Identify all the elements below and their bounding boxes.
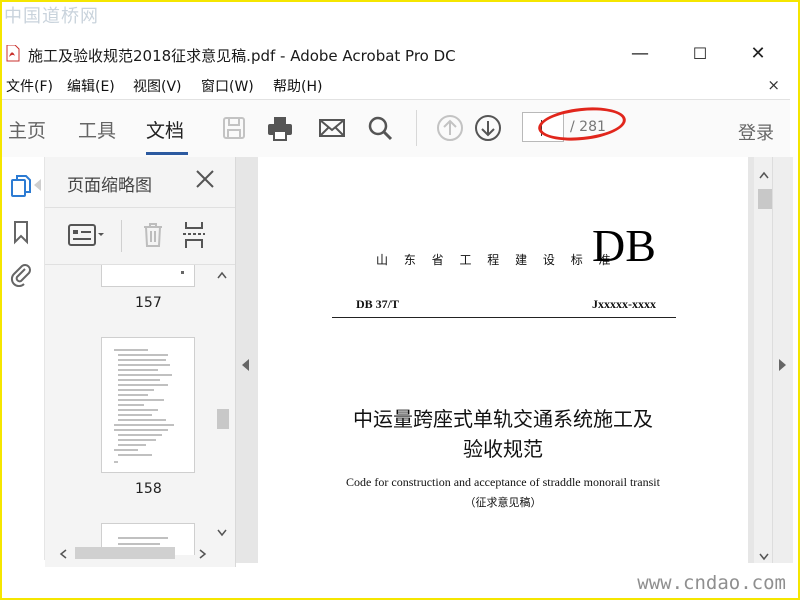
bookmark-icon[interactable] bbox=[8, 219, 34, 245]
close-window-button[interactable]: ✕ bbox=[746, 42, 770, 66]
thumbnail-horizontal-scrollbar[interactable] bbox=[55, 543, 225, 563]
maximize-button[interactable]: ☐ bbox=[688, 42, 712, 66]
menu-view[interactable]: 视图(V) bbox=[133, 76, 182, 96]
draft-note: （征求意见稿） bbox=[464, 496, 542, 509]
thumbnail-page-158[interactable] bbox=[101, 337, 195, 473]
right-pane-bar bbox=[772, 157, 793, 563]
thumbnail-hscroll-thumb[interactable] bbox=[75, 547, 175, 559]
thumbnail-options-icon[interactable] bbox=[67, 222, 107, 248]
window-title: 施工及验收规范2018征求意见稿.pdf - Adobe Acrobat Pro… bbox=[28, 47, 456, 65]
db-label: DB bbox=[592, 220, 656, 271]
scroll-right-arrow-icon[interactable] bbox=[199, 549, 207, 559]
navigation-rail bbox=[2, 157, 45, 560]
thumbnail-toolbar-separator bbox=[121, 220, 122, 252]
search-icon[interactable] bbox=[366, 114, 394, 142]
delete-icon[interactable] bbox=[141, 222, 165, 248]
attachment-icon[interactable] bbox=[8, 261, 34, 287]
tab-document[interactable]: 文档 bbox=[146, 116, 184, 143]
thumbnail-page-157[interactable] bbox=[101, 265, 195, 287]
thumbnail-list: 157 158 bbox=[45, 265, 213, 555]
document-vertical-scrollbar[interactable] bbox=[754, 157, 774, 563]
tab-tools[interactable]: 工具 bbox=[78, 116, 116, 143]
menu-edit[interactable]: 编辑(E) bbox=[67, 76, 115, 96]
extract-pages-icon[interactable] bbox=[183, 220, 211, 250]
title-bar: 施工及验收规范2018征求意见稿.pdf - Adobe Acrobat Pro… bbox=[2, 36, 790, 72]
menu-help[interactable]: 帮助(H) bbox=[273, 76, 322, 96]
header-rule bbox=[332, 317, 676, 318]
thumbnail-panel-title: 页面缩略图 bbox=[67, 176, 152, 196]
doc-scroll-thumb[interactable] bbox=[758, 189, 772, 209]
thumbnail-label-158: 158 bbox=[135, 481, 162, 497]
thumbnail-text-lines bbox=[114, 349, 174, 463]
main-toolbar: 主页 工具 文档 / 281 登录 bbox=[2, 99, 790, 158]
close-panel-icon[interactable] bbox=[193, 167, 217, 191]
print-icon[interactable] bbox=[266, 114, 294, 142]
document-view[interactable]: 山 东 省 工 程 建 设 标 准 DB DB 37/T Jxxxxx-xxxx… bbox=[236, 157, 792, 567]
close-document-button[interactable]: × bbox=[767, 76, 780, 94]
watermark-bottom: www.cndao.com bbox=[637, 572, 786, 594]
minimize-button[interactable]: — bbox=[628, 42, 652, 66]
document-title-line2: 验收规范 bbox=[463, 437, 543, 461]
rail-pointer bbox=[34, 179, 41, 191]
scroll-up-arrow-icon[interactable] bbox=[217, 271, 227, 279]
thumbnail-vertical-scrollbar[interactable] bbox=[213, 265, 231, 555]
pdf-page: 山 东 省 工 程 建 设 标 准 DB DB 37/T Jxxxxx-xxxx… bbox=[258, 157, 748, 567]
login-button[interactable]: 登录 bbox=[738, 119, 774, 145]
expand-right-pane-arrow-icon[interactable] bbox=[779, 359, 786, 371]
page-thumbnails-icon[interactable] bbox=[8, 173, 34, 199]
english-title: Code for construction and acceptance of … bbox=[346, 475, 660, 489]
tab-home[interactable]: 主页 bbox=[8, 116, 46, 143]
collapse-left-pane-arrow-icon[interactable] bbox=[242, 359, 249, 371]
scroll-left-arrow-icon[interactable] bbox=[59, 549, 67, 559]
watermark-top: 中国道桥网 bbox=[4, 6, 99, 27]
thumbnail-label-157: 157 bbox=[135, 295, 162, 311]
scroll-down-arrow-icon[interactable] bbox=[217, 529, 227, 537]
page-up-icon[interactable] bbox=[436, 114, 464, 142]
thumbnail-scroll-thumb[interactable] bbox=[217, 409, 229, 429]
thumbnail-panel: 页面缩略图 157 158 bbox=[45, 157, 236, 567]
standard-number: Jxxxxx-xxxx bbox=[592, 297, 656, 311]
toolbar-separator bbox=[416, 110, 417, 146]
document-title-line1: 中运量跨座式单轨交通系统施工及 bbox=[353, 407, 653, 431]
page-down-icon[interactable] bbox=[474, 114, 502, 142]
thumbnail-toolbar bbox=[45, 207, 235, 265]
save-icon[interactable] bbox=[220, 114, 248, 142]
doc-scroll-up-arrow-icon[interactable] bbox=[759, 171, 769, 179]
doc-scroll-down-arrow-icon[interactable] bbox=[759, 553, 769, 561]
menu-window[interactable]: 窗口(W) bbox=[201, 76, 254, 96]
standard-header: 山 东 省 工 程 建 设 标 准 bbox=[376, 253, 617, 267]
pdf-file-icon bbox=[6, 45, 20, 62]
menu-bar: 文件(F) 编辑(E) 视图(V) 窗口(W) 帮助(H) × bbox=[2, 74, 790, 98]
menu-file[interactable]: 文件(F) bbox=[6, 76, 53, 96]
active-tab-indicator bbox=[146, 152, 188, 155]
thumbnail-mark bbox=[181, 271, 184, 274]
mail-icon[interactable] bbox=[318, 114, 346, 142]
standard-code: DB 37/T bbox=[356, 297, 400, 311]
